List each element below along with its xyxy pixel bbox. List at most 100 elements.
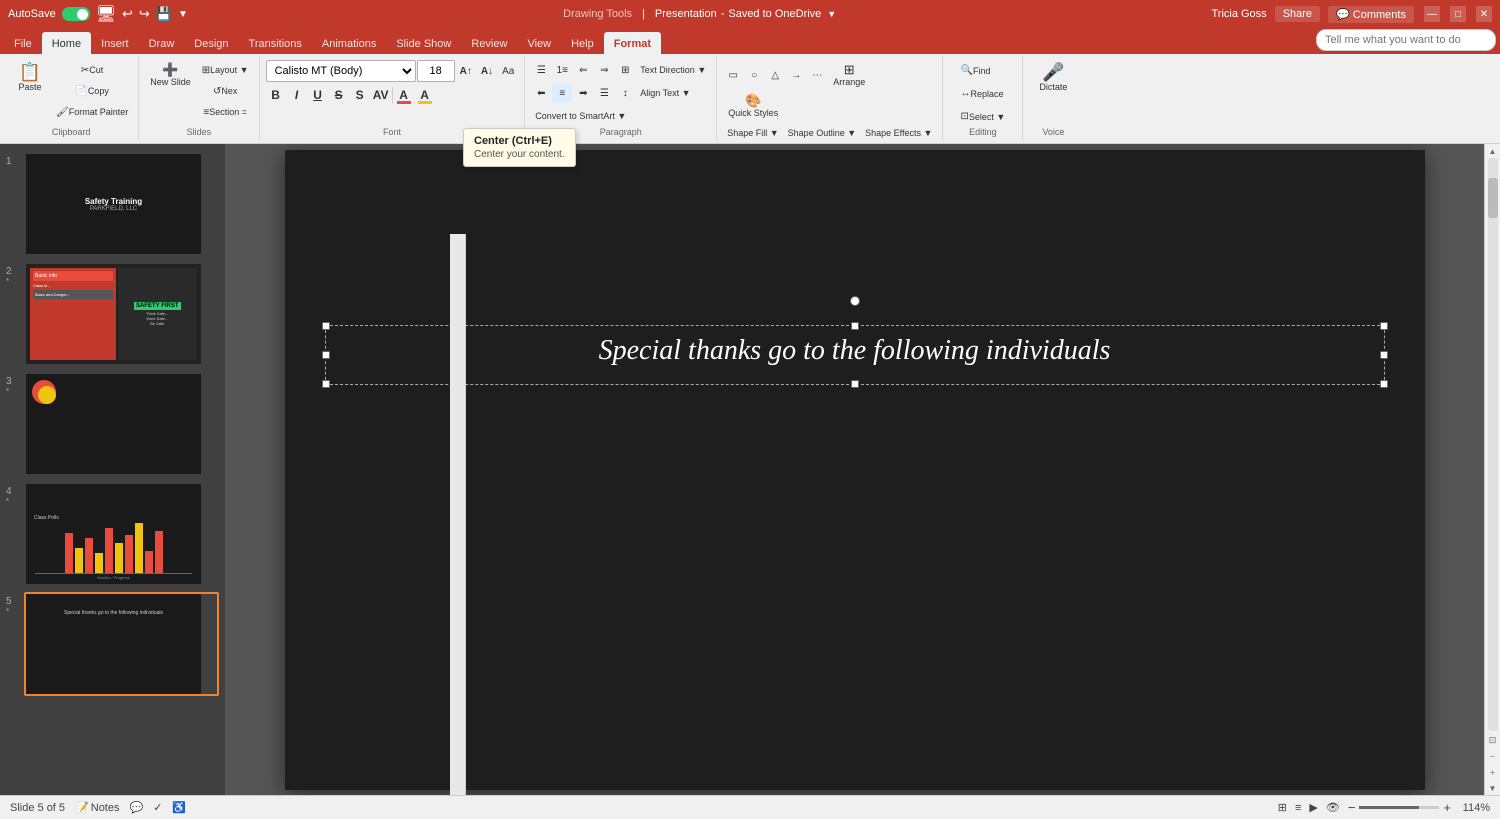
tab-review[interactable]: Review <box>461 32 517 54</box>
more-icon[interactable]: ▼ <box>178 9 188 20</box>
dictate-button[interactable]: 🎤 Dictate <box>1034 60 1072 95</box>
format-painter-button[interactable]: 🖌 Format Painter <box>52 102 132 122</box>
new-slide-button[interactable]: ➕ New Slide <box>145 60 196 90</box>
align-center-button[interactable]: ≡ <box>552 83 572 103</box>
tab-animations[interactable]: Animations <box>312 32 386 54</box>
scroll-thumb[interactable] <box>1488 178 1498 218</box>
slide-thumb-3[interactable]: 3 * <box>6 372 219 476</box>
tab-insert[interactable]: Insert <box>91 32 139 54</box>
text-direction-button[interactable]: Text Direction ▼ <box>636 60 710 80</box>
redo-icon[interactable]: ↪ <box>139 6 150 22</box>
quick-styles-button[interactable]: 🎨 Quick Styles <box>723 91 783 121</box>
handle-bl[interactable] <box>322 380 330 388</box>
zoom-in-icon[interactable]: + <box>1486 765 1500 779</box>
handle-tl[interactable] <box>322 322 330 330</box>
shape-arrow[interactable]: → <box>786 65 806 85</box>
tab-help[interactable]: Help <box>561 32 604 54</box>
shape-effects-button[interactable]: Shape Effects ▼ <box>861 123 936 143</box>
comment-count-icon[interactable]: 💬 <box>130 801 144 814</box>
view-slideshow-icon[interactable]: ▶ <box>1309 801 1317 814</box>
italic-button[interactable]: I <box>287 85 307 105</box>
clear-format-button[interactable]: Aa <box>498 61 518 81</box>
slide-thumb-5[interactable]: 5 * Special thanks go to the following i… <box>6 592 219 696</box>
indent-button[interactable]: ⇒ <box>594 60 614 80</box>
tab-draw[interactable]: Draw <box>139 32 185 54</box>
share-icon[interactable]: Share <box>1275 6 1320 22</box>
minimize-button[interactable]: — <box>1424 6 1440 22</box>
section-button[interactable]: ≡ Section = <box>198 102 253 122</box>
char-spacing-button[interactable]: AV <box>371 85 391 105</box>
line-spacing-button[interactable]: ↕ <box>615 83 635 103</box>
tab-slideshow[interactable]: Slide Show <box>386 32 461 54</box>
shape-triangle[interactable]: △ <box>765 65 785 85</box>
tab-view[interactable]: View <box>517 32 561 54</box>
align-right-button[interactable]: ➡ <box>573 83 593 103</box>
thumb-container-3[interactable] <box>24 372 219 476</box>
tab-design[interactable]: Design <box>184 32 238 54</box>
thumb-container-1[interactable]: Safety Training PARKFIELD, LLC <box>24 152 219 256</box>
close-button[interactable]: ✕ <box>1476 6 1492 22</box>
justify-button[interactable]: ☰ <box>594 83 614 103</box>
notes-icon[interactable]: 📝 Notes <box>75 801 119 814</box>
scroll-up-button[interactable]: ▲ <box>1486 144 1500 158</box>
comments-icon[interactable]: 💬 Comments <box>1328 6 1414 23</box>
shape-ellipse[interactable]: ○ <box>744 65 764 85</box>
maximize-button[interactable]: □ <box>1450 6 1466 22</box>
right-scrollbar[interactable]: ▲ ⊡ − + ▼ <box>1484 144 1500 795</box>
slide-panel[interactable]: 1 Safety Training PARKFIELD, LLC 2 * Bas… <box>0 144 225 795</box>
zoom-out-button[interactable]: − <box>1348 800 1356 815</box>
arrange-button[interactable]: ⊞ Arrange <box>828 60 870 90</box>
thumb-container-2[interactable]: Basic Info Class in... Basic and Danger.… <box>24 262 219 366</box>
fit-page-icon[interactable]: ⊡ <box>1486 733 1500 747</box>
underline-button[interactable]: U <box>308 85 328 105</box>
align-text-button[interactable]: Align Text ▼ <box>636 83 694 103</box>
cut-button[interactable]: ✂ Cut <box>52 60 132 80</box>
rotate-handle[interactable] <box>850 296 860 306</box>
save-dropdown-icon[interactable]: ▼ <box>827 9 836 19</box>
autosave-toggle[interactable] <box>62 7 90 21</box>
outdent-button[interactable]: ⇐ <box>573 60 593 80</box>
increase-font-button[interactable]: A↑ <box>456 61 476 81</box>
select-button[interactable]: ⊡ Select ▼ <box>957 107 1010 127</box>
shape-outline-button[interactable]: Shape Outline ▼ <box>784 123 860 143</box>
tab-home[interactable]: Home <box>42 32 91 54</box>
font-family-select[interactable]: Calisto MT (Body) <box>266 60 416 82</box>
copy-button[interactable]: 📄 Copy <box>52 81 132 101</box>
save-icon[interactable]: 💾 <box>156 6 172 22</box>
scroll-down-button[interactable]: ▼ <box>1486 781 1500 795</box>
handle-bm[interactable] <box>851 380 859 388</box>
view-readonly-icon[interactable]: 👁 <box>1326 801 1340 814</box>
canvas-area[interactable]: Special thanks go to the following indiv… <box>225 144 1484 795</box>
view-normal-icon[interactable]: ⊞ <box>1278 801 1287 814</box>
find-button[interactable]: 🔍 Find <box>957 61 995 81</box>
scroll-track[interactable] <box>1488 158 1498 731</box>
zoom-level[interactable]: 114% <box>1455 802 1490 814</box>
highlight-button[interactable]: A <box>415 85 435 105</box>
tab-file[interactable]: File <box>4 32 42 54</box>
shape-rect[interactable]: ▭ <box>723 65 743 85</box>
view-outline-icon[interactable]: ≡ <box>1295 802 1301 814</box>
handle-tm[interactable] <box>851 322 859 330</box>
font-size-input[interactable] <box>417 60 455 82</box>
shadow-button[interactable]: S <box>350 85 370 105</box>
decrease-font-button[interactable]: A↓ <box>477 61 497 81</box>
font-color-button[interactable]: A <box>394 85 414 105</box>
spelling-icon[interactable]: ✓ <box>153 801 162 814</box>
convert-smartart-button[interactable]: Convert to SmartArt ▼ <box>531 106 630 126</box>
columns-button[interactable]: ⊞ <box>615 60 635 80</box>
paste-button[interactable]: 📋 Paste <box>10 60 50 95</box>
zoom-in-button[interactable]: + <box>1443 800 1451 815</box>
shape-fill-button[interactable]: Shape Fill ▼ <box>723 123 782 143</box>
shape-more[interactable]: ⋯ <box>807 65 827 85</box>
replace-button[interactable]: ↔ Replace <box>957 84 1008 104</box>
slide-thumb-4[interactable]: 4 * Class Polls <box>6 482 219 586</box>
bullets-button[interactable]: ☰ <box>531 60 551 80</box>
undo-icon[interactable]: ↩ <box>122 6 133 22</box>
zoom-out-icon[interactable]: − <box>1486 749 1500 763</box>
thumb-container-5[interactable]: Special thanks go to the following indiv… <box>24 592 219 696</box>
tab-transitions[interactable]: Transitions <box>239 32 312 54</box>
zoom-slider[interactable] <box>1359 806 1439 809</box>
slide-thumb-1[interactable]: 1 Safety Training PARKFIELD, LLC <box>6 152 219 256</box>
search-input[interactable] <box>1316 29 1496 51</box>
handle-br[interactable] <box>1380 380 1388 388</box>
